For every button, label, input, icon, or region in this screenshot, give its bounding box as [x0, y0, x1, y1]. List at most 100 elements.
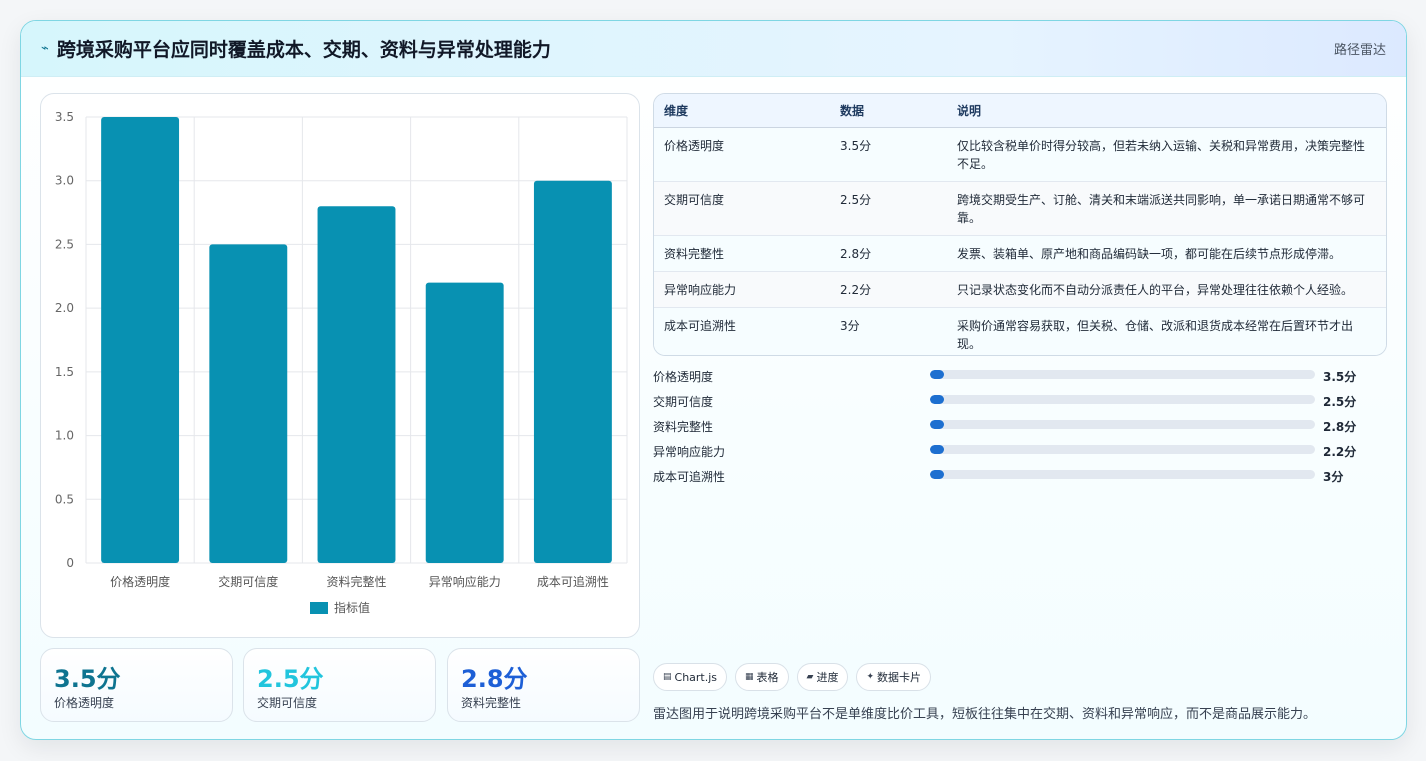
progress-row: 交期可信度 2.5分	[653, 390, 1385, 415]
x-tick-label: 交期可信度	[218, 574, 278, 589]
progress-value: 2.8分	[1323, 420, 1357, 434]
chip-data-card[interactable]: ✦ 数据卡片	[856, 663, 932, 691]
table-cell: 发票、装箱单、原产地和商品编码缺一项，都可能在后续节点形成停滞。	[947, 235, 1386, 272]
chip-label: 数据卡片	[877, 671, 922, 684]
progress-label: 成本可追溯性	[653, 470, 726, 484]
progress-track	[930, 420, 1315, 429]
column-header: 说明	[947, 94, 1386, 128]
bar	[209, 244, 288, 563]
progress-value: 3.5分	[1323, 370, 1357, 384]
table: 维度 数据 说明 价格透明度 3.5分 仅比较含税单价时得分较高，但若未纳入运输…	[654, 94, 1386, 355]
table-row: 价格透明度 3.5分 仅比较含税单价时得分较高，但若未纳入运输、关税和异常费用，…	[654, 127, 1386, 182]
tech-chips: ▤ Chart.js ▦ 表格 ▰ 进度 ✦ 数据卡片	[653, 663, 932, 691]
bar-chart-svg: 0 0.5 1.0 1.5 2.0 2.5 3.0 3.5 价格透明度 交期可信度 资料完整性 异常响…	[55, 110, 628, 615]
y-tick-label: 3.0	[55, 174, 74, 188]
bar	[101, 117, 180, 563]
data-table: 维度 数据 说明 价格透明度 3.5分 仅比较含税单价时得分较高，但若未纳入运输…	[653, 93, 1387, 356]
stat-value: 2.5分	[257, 665, 324, 693]
progress-fill	[930, 470, 944, 479]
progress-track	[930, 470, 1315, 479]
stat-card: 2.5分 交期可信度	[243, 648, 436, 722]
table-cell: 成本可追溯性	[654, 307, 830, 355]
table-cell: 跨境交期受生产、订舱、清关和末端派送共同影响，单一承诺日期通常不够可靠。	[947, 181, 1386, 236]
progress-track	[930, 395, 1315, 404]
stat-card: 2.8分 资料完整性	[447, 648, 640, 722]
sparkline-icon: ⌁	[41, 41, 49, 56]
table-row: 异常响应能力 2.2分 只记录状态变化而不自动分派责任人的平台，异常处理往往依赖…	[654, 271, 1386, 308]
table-cell: 价格透明度	[654, 127, 830, 182]
title-wrap: ⌁ 跨境采购平台应同时覆盖成本、交期、资料与异常处理能力	[41, 35, 551, 62]
table-row: 交期可信度 2.5分 跨境交期受生产、订舱、清关和末端派送共同影响，单一承诺日期…	[654, 181, 1386, 236]
stat-label: 价格透明度	[54, 696, 115, 710]
table-header-row: 维度 数据 说明	[654, 94, 1386, 128]
table-row: 成本可追溯性 3分 采购价通常容易获取，但关税、仓储、改派和退货成本经常在后置环…	[654, 307, 1386, 355]
progress-label: 资料完整性	[653, 420, 714, 434]
table-cell: 只记录状态变化而不自动分派责任人的平台，异常处理往往依赖个人经验。	[947, 271, 1386, 308]
progress-label: 交期可信度	[653, 395, 714, 409]
progress-row: 异常响应能力 2.2分	[653, 440, 1385, 465]
table-cell: 采购价通常容易获取，但关税、仓储、改派和退货成本经常在后置环节才出现。	[947, 307, 1386, 355]
bar	[317, 206, 396, 563]
stat-label: 资料完整性	[461, 696, 522, 710]
table-cell: 异常响应能力	[654, 271, 830, 308]
bar	[533, 180, 612, 563]
table-cell: 2.2分	[830, 271, 947, 308]
progress-value: 2.5分	[1323, 395, 1357, 409]
progress-fill	[930, 420, 944, 429]
progress-fill	[930, 370, 944, 379]
x-tick-label: 资料完整性	[326, 574, 386, 589]
table-cell: 3.5分	[830, 127, 947, 182]
legend-label: 指标值	[334, 600, 370, 615]
header-tag: 路径雷达	[1333, 43, 1386, 58]
chart-icon: ▤	[663, 672, 672, 682]
y-tick-label: 0	[66, 556, 74, 570]
table-cell: 2.8分	[830, 235, 947, 272]
progress-label: 价格透明度	[653, 370, 714, 384]
table-row: 资料完整性 2.8分 发票、装箱单、原产地和商品编码缺一项，都可能在后续节点形成…	[654, 235, 1386, 272]
progress-icon: ▰	[806, 672, 814, 682]
chip-table[interactable]: ▦ 表格	[735, 663, 789, 691]
table-cell: 3分	[830, 307, 947, 355]
chip-progress[interactable]: ▰ 进度	[796, 663, 849, 691]
stat-label: 交期可信度	[257, 696, 318, 710]
footnote: 雷达图用于说明跨境采购平台不是单维度比价工具，短板往往集中在交期、资料和异常响应…	[653, 707, 1317, 722]
x-tick-label: 价格透明度	[110, 574, 170, 589]
table-cell: 资料完整性	[654, 235, 830, 272]
table-cell: 仅比较含税单价时得分较高，但若未纳入运输、关税和异常费用，决策完整性不足。	[947, 127, 1386, 182]
progress-row: 成本可追溯性 3分	[653, 465, 1385, 490]
table-cell: 交期可信度	[654, 181, 830, 236]
y-tick-label: 0.5	[55, 492, 74, 506]
column-header: 数据	[830, 94, 947, 128]
chip-label: 进度	[816, 671, 839, 684]
main-card: ⌁ 跨境采购平台应同时覆盖成本、交期、资料与异常处理能力 路径雷达 0 0.5 1.…	[20, 20, 1407, 740]
x-tick-label: 成本可追溯性	[537, 574, 609, 589]
sparkle-icon: ✦	[866, 672, 875, 682]
y-tick-label: 2.5	[55, 237, 74, 251]
chip-label: 表格	[756, 671, 779, 684]
stat-card: 3.5分 价格透明度	[40, 648, 233, 722]
chip-chartjs[interactable]: ▤ Chart.js	[653, 663, 728, 691]
bar-chart: 0 0.5 1.0 1.5 2.0 2.5 3.0 3.5 价格透明度 交期可信度 资料完整性 异常响…	[40, 93, 640, 638]
stat-value: 3.5分	[54, 665, 121, 693]
chip-label: Chart.js	[674, 670, 718, 684]
legend-swatch	[310, 602, 328, 614]
table-icon: ▦	[745, 672, 754, 682]
progress-fill	[930, 445, 944, 454]
progress-value: 3分	[1323, 470, 1344, 484]
y-tick-label: 3.5	[55, 110, 74, 124]
progress-row: 资料完整性 2.8分	[653, 415, 1385, 440]
bar	[425, 282, 504, 563]
progress-value: 2.2分	[1323, 445, 1357, 459]
column-header: 维度	[654, 94, 830, 128]
y-tick-label: 1.5	[55, 365, 74, 379]
progress-track	[930, 370, 1315, 379]
stat-value: 2.8分	[461, 665, 528, 693]
table-cell: 2.5分	[830, 181, 947, 236]
progress-row: 价格透明度 3.5分	[653, 365, 1385, 390]
y-tick-label: 2.0	[55, 301, 74, 315]
page-title: 跨境采购平台应同时覆盖成本、交期、资料与异常处理能力	[56, 39, 551, 61]
progress-track	[930, 445, 1315, 454]
header: ⌁ 跨境采购平台应同时覆盖成本、交期、资料与异常处理能力 路径雷达	[21, 21, 1406, 77]
x-tick-label: 异常响应能力	[429, 574, 501, 589]
progress-list: 价格透明度 3.5分 交期可信度 2.5分 资料完整性 2.8分 异常响应能力 …	[653, 365, 1385, 490]
